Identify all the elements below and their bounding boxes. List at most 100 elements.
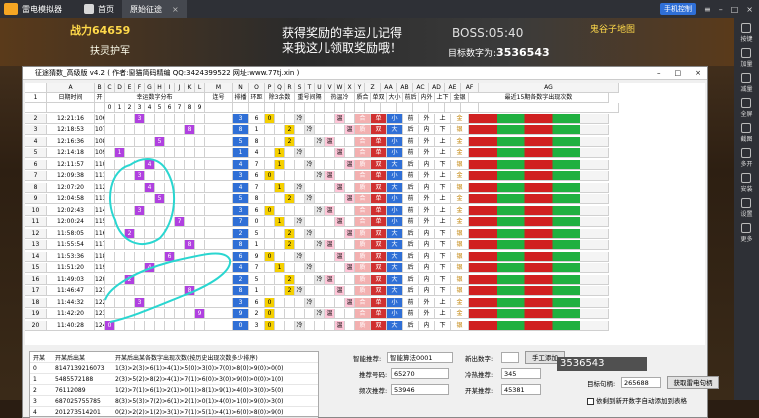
close-icon[interactable]: × <box>695 69 701 77</box>
order-cell: 8 <box>233 240 249 251</box>
grid-cell: 4 <box>145 103 155 114</box>
repeat-cell <box>305 240 315 251</box>
grid-cell: 1 <box>249 240 265 251</box>
digit-cell <box>115 320 125 331</box>
digit-cell <box>115 263 125 274</box>
phone-control-button[interactable]: 手机控制 <box>660 3 697 15</box>
hot-cell <box>325 228 335 239</box>
repeat-cell <box>315 286 325 297</box>
minimize-icon[interactable]: – <box>719 5 723 14</box>
order-cell: 3 <box>233 171 249 182</box>
digit-cell <box>155 240 165 251</box>
maximize-icon[interactable]: □ <box>731 5 739 14</box>
recommend-value[interactable]: 65270 <box>391 368 449 379</box>
grid-cell <box>205 309 233 320</box>
digit-cell: 4 <box>145 159 155 170</box>
class-cell: 单 <box>371 194 387 205</box>
grid-cell: 6 <box>25 159 47 170</box>
close-icon[interactable]: × <box>746 5 753 14</box>
gold-cell: 金 <box>451 297 469 308</box>
class-cell: 合 <box>355 309 371 320</box>
hot-cell <box>335 297 345 308</box>
class-cell: 双 <box>371 320 387 331</box>
sidebar-item-8[interactable]: 更多 <box>740 223 753 243</box>
last15-cell <box>469 251 609 262</box>
digit-cell <box>185 182 195 193</box>
digit-cell <box>105 171 115 182</box>
column-letters: A B C D E F G H I J K L M N O P Q R S T U V W X Y Z AA AB AC AD AE AF AG <box>25 83 705 93</box>
auto-check[interactable]: 依剩到新开数字自动添加到表格 <box>587 395 687 405</box>
hot-cell: 温 <box>325 136 335 147</box>
repeat-cell <box>315 125 325 136</box>
coldhot-value[interactable]: 345 <box>501 368 541 379</box>
repeat-cell: 冷 <box>315 274 325 285</box>
class-cell: 前 <box>403 148 419 159</box>
digit-cell: 9 <box>195 309 205 320</box>
digit-cell <box>125 286 135 297</box>
grid-cell: 15 <box>25 263 47 274</box>
hot-cell: 温 <box>345 159 355 170</box>
sidebar-item-5[interactable]: 多开 <box>740 148 753 168</box>
kai-table[interactable]: 开某 开某后出某 开某后出某各数字出现次数(按历史出现次数多少排序) 0 8147139… <box>29 351 319 418</box>
hot-cell <box>345 217 355 228</box>
smart-select[interactable]: 智能算法0001 <box>387 352 453 363</box>
repeat-cell <box>315 182 325 193</box>
close-tab-icon[interactable]: × <box>172 5 179 14</box>
checkbox-icon[interactable] <box>587 397 594 405</box>
sidebar-item-6[interactable]: 安装 <box>740 173 753 193</box>
grid-cell: 8 <box>25 182 47 193</box>
hot-cell: 温 <box>335 320 345 331</box>
kai-cell: 2 <box>33 386 37 394</box>
digit-cell <box>105 205 115 216</box>
class-cell: 大 <box>387 159 403 170</box>
rem-cell <box>285 182 295 193</box>
menu-icon[interactable]: ≡ <box>704 5 711 14</box>
sidebar-item-3[interactable]: 全屏 <box>740 98 753 118</box>
class-cell: 单 <box>371 297 387 308</box>
col-letter: N <box>233 83 249 93</box>
grid-cell <box>205 103 233 114</box>
kai-value[interactable]: 45381 <box>501 384 541 395</box>
digit-cell <box>135 217 145 228</box>
grid-cell: 7 <box>249 182 265 193</box>
digit-cell <box>125 205 135 216</box>
hot-cell <box>325 194 335 205</box>
grid-cell <box>205 320 233 331</box>
order-cell: 5 <box>233 194 249 205</box>
grid-cell <box>285 103 295 114</box>
class-cell: 上 <box>435 297 451 308</box>
grid-cell: 重号间隔 <box>295 93 325 104</box>
minimize-icon[interactable]: – <box>657 69 661 77</box>
digit-cell <box>115 113 125 124</box>
handle-value[interactable]: 265688 <box>621 377 661 388</box>
sidebar-item-4[interactable]: 截图 <box>740 123 753 143</box>
sidebar-item-7[interactable]: 设置 <box>740 198 753 218</box>
time-cell: 11:58:05 <box>47 228 95 239</box>
maximize-icon[interactable]: □ <box>675 69 682 77</box>
tab-home[interactable]: 首页 <box>76 0 122 18</box>
grid-cell <box>205 228 233 239</box>
sidebar-item-1[interactable]: 加量 <box>740 48 753 68</box>
data-grid[interactable]: A B C D E F G H I J K L M N O P Q R S T U V W X Y Z AA AB AC AD AE AF AG… <box>25 83 705 345</box>
class-cell: 合 <box>355 217 371 228</box>
freq-value[interactable]: 53946 <box>391 384 449 395</box>
class-cell: 内 <box>419 228 435 239</box>
last15-cell <box>469 125 609 136</box>
class-cell: 合 <box>355 205 371 216</box>
digit-cell <box>175 251 185 262</box>
digit-cell <box>155 263 165 274</box>
last15-cell <box>469 171 609 182</box>
digit-cell <box>115 205 125 216</box>
rem-cell <box>275 274 285 285</box>
issue-cell: 107 <box>95 125 105 136</box>
digit-cell <box>145 171 155 182</box>
last15-cell <box>469 182 609 193</box>
get-handle-button[interactable]: 获取雷电句柄 <box>667 376 719 389</box>
sidebar-item-2[interactable]: 减量 <box>740 73 753 93</box>
sidebar-item-0[interactable]: 按键 <box>740 23 753 43</box>
emulator-logo-icon <box>4 3 18 15</box>
add-input[interactable] <box>501 352 519 363</box>
digit-cell <box>115 136 125 147</box>
message-line1: 获得奖励的幸运儿记得 <box>282 26 403 40</box>
tab-game[interactable]: 原始征途 × <box>0 0 187 28</box>
